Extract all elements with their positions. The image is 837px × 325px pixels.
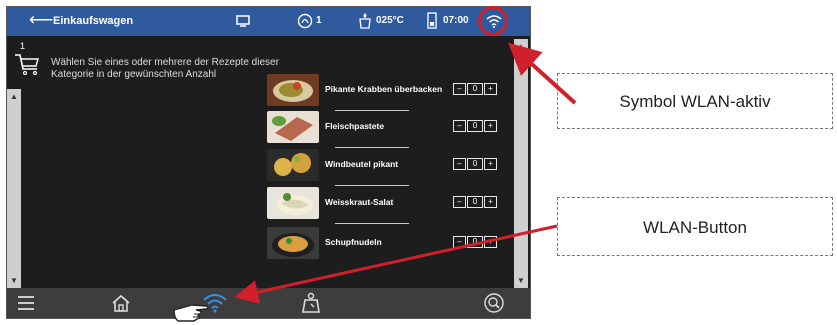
increase-button[interactable]: +	[484, 236, 497, 248]
search-refresh-icon[interactable]	[483, 292, 505, 314]
recipe-thumbnail	[267, 187, 319, 219]
quantity-value: 0	[467, 236, 483, 248]
divider	[335, 223, 409, 224]
water-temperature: 025°C	[376, 15, 404, 26]
quantity-value: 0	[467, 196, 483, 208]
quantity-value: 0	[467, 158, 483, 170]
quantity-stepper[interactable]: – 0 +	[453, 120, 497, 132]
quantity-value: 0	[467, 83, 483, 95]
divider	[335, 185, 409, 186]
increase-button[interactable]: +	[484, 83, 497, 95]
quantity-stepper[interactable]: – 0 +	[453, 196, 497, 208]
back-arrow-icon[interactable]: ⟵	[29, 10, 53, 30]
increase-button[interactable]: +	[484, 196, 497, 208]
quantity-stepper[interactable]: – 0 +	[453, 158, 497, 170]
callout-wlan-button: WLAN-Button	[557, 197, 833, 256]
decrease-button[interactable]: –	[453, 120, 466, 132]
recipe-name: Pikante Krabben überbacken	[325, 84, 443, 94]
hourglass-icon	[427, 12, 437, 29]
recipe-thumbnail	[267, 74, 319, 106]
menu-icon[interactable]	[17, 294, 35, 312]
instruction-text: Wählen Sie eines oder mehrere der Rezept…	[51, 57, 279, 80]
recipe-row[interactable]: Schupfnudeln – 0 +	[267, 227, 507, 261]
right-scrollbar[interactable]: ▲ ▼	[514, 39, 528, 289]
increase-button[interactable]: +	[484, 120, 497, 132]
top-bar: ⟵ Einkaufswagen 1 025°C 07:00	[7, 7, 530, 36]
device-screen: ⟵ Einkaufswagen 1 025°C 07:00 1 Wählen S…	[6, 6, 531, 319]
scroll-down-icon[interactable]: ▼	[514, 275, 528, 287]
quantity-stepper[interactable]: – 0 +	[453, 236, 497, 248]
recipe-name: Windbeutel pikant	[325, 159, 399, 169]
decrease-button[interactable]: –	[453, 158, 466, 170]
recipe-row[interactable]: Weisskraut-Salat – 0 +	[267, 187, 507, 224]
recipe-count-icon	[297, 13, 313, 29]
clock-time: 07:00	[443, 15, 469, 26]
callout-wlan-active: Symbol WLAN-aktiv	[557, 73, 833, 129]
home-icon[interactable]	[111, 293, 131, 313]
pointing-hand-icon	[173, 304, 209, 322]
scale-icon[interactable]	[301, 292, 321, 314]
increase-button[interactable]: +	[484, 158, 497, 170]
recipe-thumbnail	[267, 111, 319, 143]
bottom-bar	[7, 288, 530, 318]
recipe-name: Weisskraut-Salat	[325, 197, 394, 207]
recipe-count: 1	[316, 15, 322, 26]
left-scrollbar[interactable]: ▲ ▼	[7, 89, 21, 289]
recipe-row[interactable]: Windbeutel pikant – 0 +	[267, 149, 507, 186]
decrease-button[interactable]: –	[453, 236, 466, 248]
quantity-stepper[interactable]: – 0 +	[453, 83, 497, 95]
recipe-name: Schupfnudeln	[325, 237, 382, 247]
shopping-cart-icon	[15, 54, 39, 75]
scroll-down-icon[interactable]: ▼	[7, 275, 21, 287]
divider	[335, 147, 409, 148]
recipe-row[interactable]: Fleischpastete – 0 +	[267, 111, 507, 148]
decrease-button[interactable]: –	[453, 196, 466, 208]
recipe-thumbnail	[267, 227, 319, 259]
recipe-thumbnail	[267, 149, 319, 181]
scroll-up-icon[interactable]: ▲	[514, 41, 528, 53]
water-glass-icon	[359, 13, 371, 29]
page-title: Einkaufswagen	[53, 15, 134, 27]
recipe-row[interactable]: Pikante Krabben überbacken – 0 +	[267, 74, 507, 111]
scroll-up-icon[interactable]: ▲	[7, 91, 21, 103]
tablet-icon	[236, 15, 250, 27]
quantity-value: 0	[467, 120, 483, 132]
wlan-highlight-circle	[478, 6, 508, 36]
decrease-button[interactable]: –	[453, 83, 466, 95]
recipe-name: Fleischpastete	[325, 121, 385, 131]
